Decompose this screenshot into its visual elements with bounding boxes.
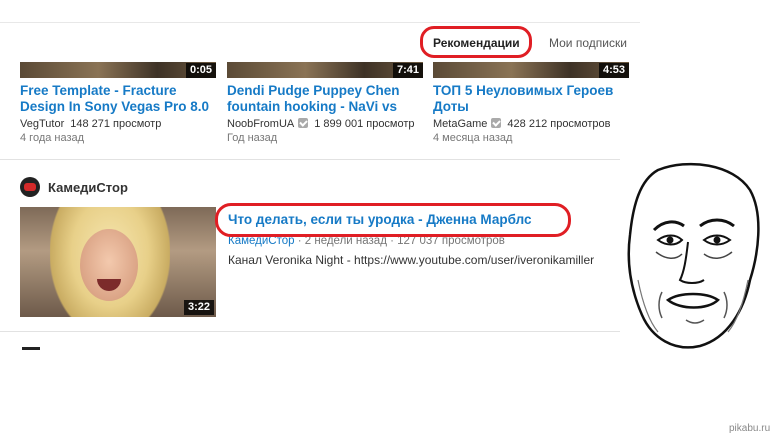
video-title[interactable]: Dendi Pudge Puppey Chen fountain hooking… [227,83,423,115]
watermark: pikabu.ru [729,423,771,434]
video-thumbnail[interactable]: 7:41 [227,62,423,78]
video-age: 4 года назад [20,132,85,144]
video-title-line: Free Template - Fracture [20,83,177,98]
next-section-avatar [22,347,40,350]
description-separator: - [346,253,355,267]
video-title[interactable]: Free Template - Fracture Design In Sony … [20,83,216,115]
video-views: 428 212 просмотров [507,118,611,130]
video-meta: MetaGame 428 212 просмотров [433,118,611,130]
video-title-line: Dendi Pudge Puppey Chen [227,83,400,98]
section-divider [0,159,620,160]
verified-icon [491,118,502,128]
channel-avatar[interactable] [20,177,40,197]
featured-video-description: Канал Veronika Night - https://www.youtu… [228,253,594,267]
header-divider [0,22,640,23]
highlight-ring-tab [420,26,532,58]
description-link[interactable]: https://www.youtube.com/user/iveronikami… [354,253,594,267]
video-thumbnail[interactable]: 0:05 [20,62,216,78]
video-views: 148 271 просмотр [70,118,162,130]
video-duration: 4:53 [598,63,629,78]
video-title[interactable]: ТОП 5 Неуловимых Героев Доты [433,83,629,115]
video-views: 1 899 001 просмотр [314,118,415,130]
featured-video-thumbnail[interactable]: 3:22 [20,207,216,317]
video-duration: 0:05 [185,63,216,78]
video-meta: NoobFromUA 1 899 001 просмотр [227,118,415,130]
okay-meme-face-icon [627,162,760,349]
video-title-line: fountain hooking - NaVi vs [227,99,398,114]
youtube-feed-panel: Рекомендации Мои подписки 0:05 Free Temp… [0,0,640,355]
highlight-ring-title [215,203,571,237]
video-channel[interactable]: NoobFromUA [227,118,294,130]
tab-subscriptions[interactable]: Мои подписки [549,36,627,50]
video-duration: 3:22 [183,300,214,315]
video-age: 4 месяца назад [433,132,513,144]
video-meta: VegTutor 148 271 просмотр [20,118,161,130]
video-title-line: ТОП 5 Неуловимых Героев [433,83,614,98]
video-duration: 7:41 [392,63,423,78]
description-prefix: Канал Veronika Night [228,253,344,267]
channel-name[interactable]: КамедиСтор [48,180,128,195]
video-age: Год назад [227,132,278,144]
video-channel[interactable]: VegTutor [20,118,64,130]
section-divider [0,331,620,332]
video-title-line: Design In Sony Vegas Pro 8.0 [20,99,210,114]
video-channel[interactable]: MetaGame [433,118,487,130]
video-thumbnail[interactable]: 4:53 [433,62,629,78]
video-title-line: Доты [433,99,469,114]
verified-icon [298,118,309,128]
